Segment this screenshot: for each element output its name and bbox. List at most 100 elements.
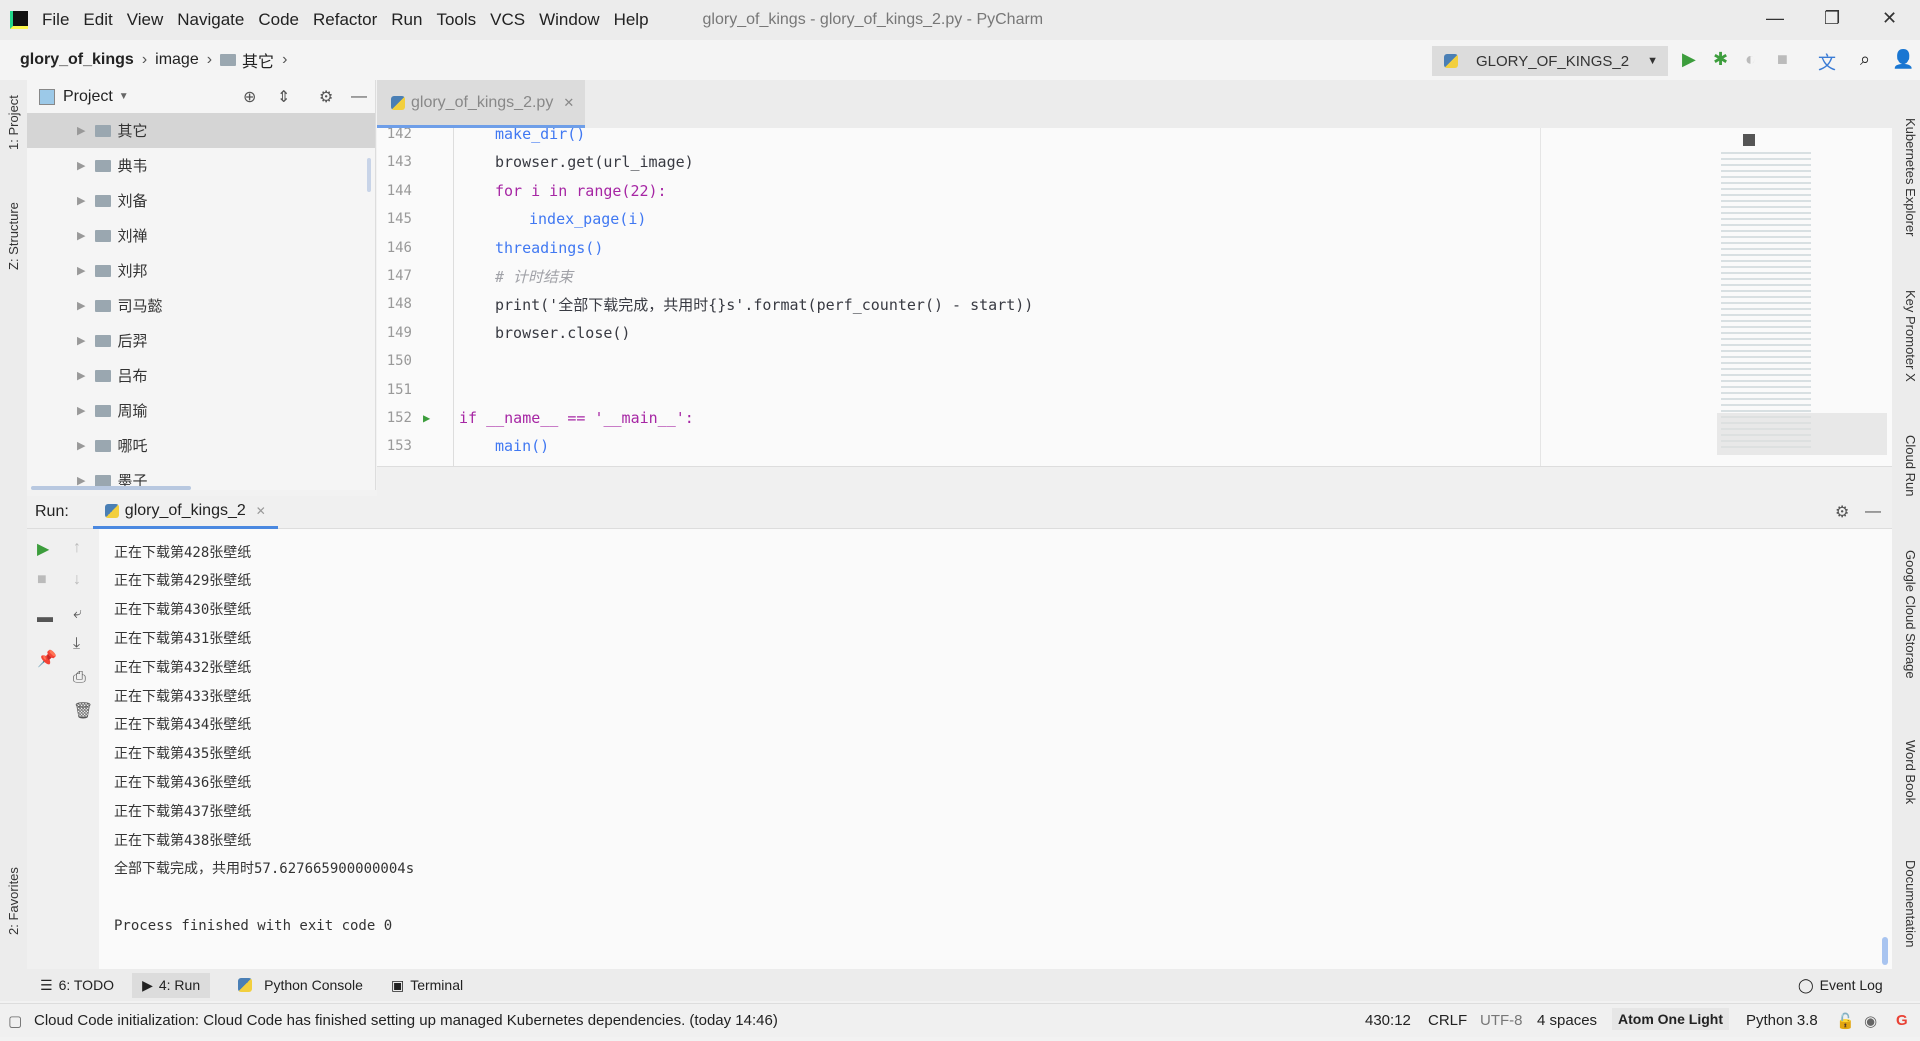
coverage-icon[interactable]: ◐	[1745, 49, 1756, 70]
inspector-icon[interactable]: ◉	[1864, 1012, 1877, 1030]
code-editor[interactable]: 142 make_dir() 143 browser.get(url_image) 14…	[377, 128, 1540, 466]
tool-tab-python-console[interactable]: Python Console	[238, 977, 363, 993]
code-line[interactable]: 149 browser.close()	[377, 319, 1540, 347]
expand-arrow-icon[interactable]: ▶	[77, 404, 85, 417]
expand-arrow-icon[interactable]: ▶	[77, 264, 85, 277]
tool-tab-todo[interactable]: ☰ 6: TODO	[40, 977, 114, 994]
menu-tools[interactable]: Tools	[436, 10, 476, 30]
expand-arrow-icon[interactable]: ▶	[77, 229, 85, 242]
breadcrumb-image[interactable]: image	[155, 51, 199, 69]
breadcrumb-project[interactable]: glory_of_kings	[20, 51, 134, 69]
close-tab-icon[interactable]: ✕	[563, 95, 574, 111]
hide-icon[interactable]: —	[1865, 503, 1881, 521]
translate-icon[interactable]: 文	[1818, 49, 1836, 75]
tool-tab-terminal[interactable]: ▣ Terminal	[391, 977, 463, 994]
tool-tab-project[interactable]: 1: Project	[6, 95, 21, 150]
minimap-viewport[interactable]	[1717, 413, 1887, 455]
tool-tab-favorites[interactable]: 2: Favorites	[6, 867, 21, 935]
code-line[interactable]: 150	[377, 347, 1540, 375]
tree-item[interactable]: ▶ 墨子	[27, 463, 375, 498]
expand-arrow-icon[interactable]: ▶	[77, 124, 85, 137]
line-separator[interactable]: CRLF	[1428, 1012, 1467, 1029]
code-line[interactable]: 146 threadings()	[377, 234, 1540, 262]
code-line[interactable]: 144 for i in range(22):	[377, 177, 1540, 205]
locate-icon[interactable]: ⊕	[243, 87, 256, 107]
breadcrumb-folder[interactable]: 其它	[242, 48, 274, 72]
menu-help[interactable]: Help	[614, 10, 649, 30]
tool-tab-kubernetes[interactable]: Kubernetes Explorer	[1903, 118, 1918, 237]
tree-item[interactable]: ▶ 哪吒	[27, 428, 375, 463]
expand-arrow-icon[interactable]: ▶	[77, 194, 85, 207]
run-configuration-select[interactable]: GLORY_OF_KINGS_2 ▼	[1432, 46, 1668, 76]
scroll-to-end-icon[interactable]: ⤓	[73, 635, 80, 653]
menu-edit[interactable]: Edit	[83, 10, 112, 30]
code-line[interactable]: 148 print('全部下载完成，共用时{}s'.format(perf_cou…	[377, 290, 1540, 318]
tree-item[interactable]: ▶ 司马懿	[27, 288, 375, 323]
menu-navigate[interactable]: Navigate	[177, 10, 244, 30]
rerun-icon[interactable]: ▶	[37, 539, 49, 559]
tool-tab-word-book[interactable]: Word Book	[1903, 740, 1918, 804]
stop-icon[interactable]: ■	[1777, 49, 1788, 70]
user-icon[interactable]: 👤	[1892, 49, 1914, 70]
expand-arrow-icon[interactable]: ▶	[77, 369, 85, 382]
event-log-button[interactable]: ◯ Event Log	[1798, 977, 1883, 994]
indent-setting[interactable]: 4 spaces	[1537, 1012, 1597, 1029]
code-line[interactable]: 143 browser.get(url_image)	[377, 148, 1540, 176]
status-message[interactable]: Cloud Code initialization: Cloud Code ha…	[34, 1012, 778, 1029]
tool-tab-run[interactable]: ▶ 4: Run	[132, 972, 211, 998]
minimize-icon[interactable]: —	[1766, 8, 1784, 29]
tree-item[interactable]: ▶ 后羿	[27, 323, 375, 358]
tree-item[interactable]: ▶ 刘备	[27, 183, 375, 218]
gear-icon[interactable]: ⚙	[319, 87, 333, 107]
menu-file[interactable]: File	[42, 10, 69, 30]
tree-item[interactable]: ▶ 吕布	[27, 358, 375, 393]
stop-icon[interactable]: ■	[37, 571, 47, 589]
python-interpreter[interactable]: Python 3.8	[1746, 1012, 1818, 1029]
run-gutter-icon[interactable]: ▶	[423, 411, 430, 425]
code-line[interactable]: 147 # 计时结束	[377, 262, 1540, 290]
caret-position[interactable]: 430:12	[1365, 1012, 1411, 1029]
restore-icon[interactable]: ❐	[1824, 8, 1840, 29]
code-minimap[interactable]	[1540, 128, 1892, 466]
menu-view[interactable]: View	[127, 10, 164, 30]
close-icon[interactable]: ✕	[1882, 8, 1897, 29]
expand-arrow-icon[interactable]: ▶	[77, 299, 85, 312]
editor-tab[interactable]: glory_of_kings_2.py ✕	[377, 80, 585, 128]
gear-icon[interactable]: ⚙	[1835, 502, 1849, 522]
tree-item[interactable]: ▶ 周瑜	[27, 393, 375, 428]
code-line[interactable]: 151	[377, 376, 1540, 404]
run-tab[interactable]: glory_of_kings_2 ✕	[92, 496, 278, 529]
menu-vcs[interactable]: VCS	[490, 10, 525, 30]
run-console[interactable]: 正在下载第428张壁纸 正在下载第429张壁纸 正在下载第430张壁纸 正在下载第43…	[99, 529, 1892, 969]
chevron-down-icon[interactable]: ▼	[119, 91, 129, 102]
menu-refactor[interactable]: Refactor	[313, 10, 377, 30]
up-arrow-icon[interactable]: ↑	[73, 539, 81, 557]
expand-arrow-icon[interactable]: ▶	[77, 159, 85, 172]
menu-code[interactable]: Code	[258, 10, 299, 30]
print-icon[interactable]: ⎙	[73, 669, 86, 687]
trash-icon[interactable]: 🗑	[73, 701, 93, 721]
tool-tab-key-promoter[interactable]: Key Promoter X	[1903, 290, 1918, 382]
vertical-scrollbar[interactable]	[367, 158, 371, 192]
tool-tab-documentation[interactable]: Documentation	[1903, 860, 1918, 947]
code-line[interactable]: 145 index_page(i)	[377, 205, 1540, 233]
horizontal-scrollbar[interactable]	[31, 486, 191, 490]
code-line[interactable]: 152 ▶ if __name__ == '__main__':	[377, 404, 1540, 432]
project-view-select[interactable]: Project	[63, 88, 113, 106]
expand-arrow-icon[interactable]: ▶	[77, 439, 85, 452]
tool-tab-cloud-storage[interactable]: Google Cloud Storage	[1903, 550, 1918, 679]
layout-icon[interactable]: ▬	[37, 609, 53, 627]
close-tab-icon[interactable]: ✕	[256, 504, 266, 518]
menu-window[interactable]: Window	[539, 10, 599, 30]
tree-item[interactable]: ▶ 刘邦	[27, 253, 375, 288]
file-encoding[interactable]: UTF-8	[1480, 1012, 1523, 1029]
search-icon[interactable]: ⌕	[1860, 49, 1870, 70]
expand-arrow-icon[interactable]: ▶	[77, 334, 85, 347]
tree-item[interactable]: ▶ 刘禅	[27, 218, 375, 253]
tree-item[interactable]: ▶ 其它	[27, 113, 375, 148]
google-icon[interactable]: G	[1896, 1012, 1908, 1029]
menu-run[interactable]: Run	[391, 10, 422, 30]
tree-item[interactable]: ▶ 典韦	[27, 148, 375, 183]
code-line[interactable]: 142 make_dir()	[377, 128, 1540, 148]
console-scrollbar[interactable]	[1882, 937, 1888, 965]
